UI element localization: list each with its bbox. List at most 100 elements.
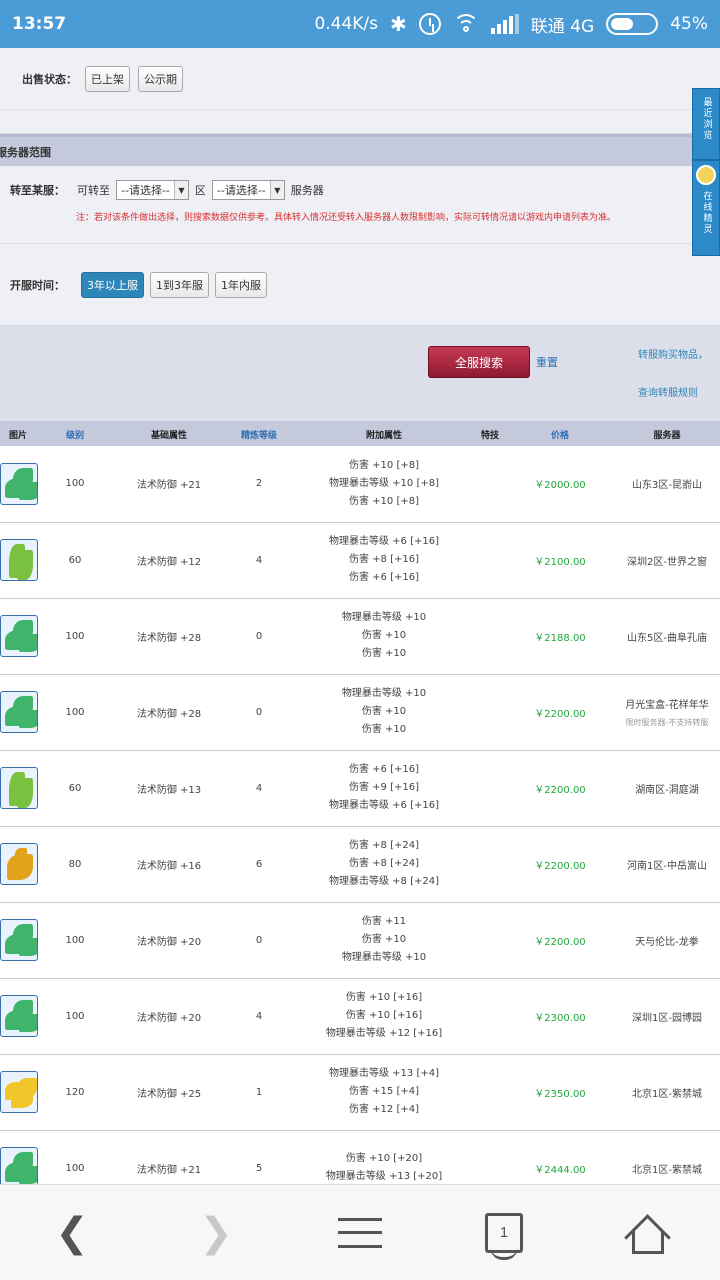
server-name: 深圳1区-园博园: [632, 1012, 702, 1024]
item-icon[interactable]: [0, 691, 38, 733]
table-row[interactable]: 100 法术防御 +20 0 伤害 +11 伤害 +10 物理暴击等级 +10 ￥2200.…: [0, 902, 720, 978]
page-content: 出售状态： 已上架 公示期 服务器范围 转至某服： 可转至 --请选择-- ▼ 区…: [0, 48, 720, 1184]
sale-status-listed-button[interactable]: 已上架: [85, 65, 130, 92]
item-icon[interactable]: [0, 615, 38, 657]
open-time-under1y-button[interactable]: 1年内服: [215, 271, 267, 298]
skill-cell: [474, 674, 506, 750]
refine-cell: 1: [255, 1086, 263, 1098]
open-time-1to3y-button[interactable]: 1到3年服: [150, 271, 209, 298]
skill-cell: [474, 522, 506, 598]
server-name: 月光宝盒-花样年华: [625, 700, 709, 711]
item-icon[interactable]: [0, 462, 38, 505]
server-name: 河南1区-中岳嵩山: [627, 860, 707, 872]
back-button[interactable]: ❮: [42, 1203, 102, 1263]
item-icon[interactable]: [0, 767, 38, 809]
refine-cell: 5: [255, 1162, 263, 1174]
table-row[interactable]: 100 法术防御 +28 0 物理暴击等级 +10 伤害 +10 伤害 +10 ￥2200.…: [0, 674, 720, 750]
item-image-cell: [0, 674, 38, 750]
chevron-right-icon: ❯: [199, 1209, 233, 1256]
table-row[interactable]: 60 法术防御 +12 4 物理暴击等级 +6 [+16] 伤害 +8 [+16] 伤害 …: [0, 522, 720, 598]
level-cell: 100: [65, 934, 85, 946]
refine-cell: 6: [255, 858, 263, 870]
tabs-button[interactable]: 1: [474, 1203, 534, 1263]
attr-line: 伤害 +10: [361, 934, 407, 945]
zone-select[interactable]: --请选择-- ▼: [116, 180, 189, 200]
attr-line: 伤害 +8 [+24]: [348, 840, 419, 851]
col-base: 基础属性: [114, 422, 224, 446]
bluetooth-icon: ✱: [390, 12, 407, 36]
sale-status-public-button[interactable]: 公示期: [138, 65, 183, 92]
network-speed: 0.44K/s: [314, 14, 379, 34]
level-cell: 100: [65, 1010, 85, 1022]
server-cell: 河南1区-中岳嵩山: [614, 826, 720, 902]
col-refine[interactable]: 精炼等级: [224, 422, 294, 446]
server-select[interactable]: --请选择-- ▼: [211, 180, 285, 200]
skill-cell: [474, 978, 506, 1054]
recent-browse-tab[interactable]: 最近浏览: [692, 88, 720, 160]
sale-status-label: 出售状态：: [22, 72, 77, 86]
col-price[interactable]: 价格: [506, 422, 614, 446]
price-cell: ￥2200.00: [534, 860, 586, 872]
attr-line: 伤害 +10 [+20]: [345, 1153, 423, 1164]
server-cell: 深圳1区-园博园: [614, 978, 720, 1054]
base-attr-cell: 法术防御 +25: [136, 1088, 202, 1100]
col-attrs: 附加属性: [294, 422, 474, 446]
search-all-button[interactable]: 全服搜索: [428, 346, 530, 378]
status-bar: 13:57 0.44K/s ✱ 联通 4G 45%: [0, 0, 720, 48]
recent-browse-label: 最近浏览: [701, 97, 712, 141]
attr-line: 伤害 +10 [+16]: [345, 992, 423, 1003]
attr-line: 物理暴击等级 +10 [+8]: [328, 477, 439, 489]
item-icon[interactable]: [0, 1071, 38, 1113]
table-header: 图片 级别 基础属性 精炼等级 附加属性 特技 价格 服务器: [0, 422, 720, 446]
attr-line: 伤害 +10 [+8]: [348, 495, 419, 507]
table-row[interactable]: 100 法术防御 +20 4 伤害 +10 [+16] 伤害 +10 [+16] 物理暴击…: [0, 978, 720, 1054]
attr-line: 伤害 +12 [+4]: [348, 1104, 419, 1115]
table-row[interactable]: 120 法术防御 +25 1 物理暴击等级 +13 [+4] 伤害 +15 [+4] 伤害…: [0, 1054, 720, 1130]
item-image-cell: [0, 750, 38, 826]
level-cell: 80: [68, 858, 82, 870]
server-name: 深圳2区-世界之窗: [627, 556, 707, 568]
item-icon[interactable]: [0, 843, 38, 885]
table-row[interactable]: 60 法术防御 +13 4 伤害 +6 [+16] 伤害 +9 [+16] 物理暴击等级 …: [0, 750, 720, 826]
price-cell: ￥2000.00: [534, 480, 586, 492]
transfer-label: 转至某服：: [10, 184, 65, 197]
menu-button[interactable]: [330, 1203, 390, 1263]
item-image-cell: [0, 598, 38, 674]
attr-line: 物理暴击等级 +10: [341, 952, 427, 963]
reset-link[interactable]: 重置: [536, 354, 558, 370]
filter-panel: 出售状态： 已上架 公示期 服务器范围 转至某服： 可转至 --请选择-- ▼ 区…: [0, 48, 720, 422]
skill-cell: [474, 750, 506, 826]
price-cell: ￥2350.00: [534, 1088, 586, 1100]
server-cell: 月光宝盒-花样年华 限时服务器-不支持转服: [614, 674, 720, 750]
price-cell: ￥2200.00: [534, 708, 586, 720]
table-row[interactable]: 100 法术防御 +28 0 物理暴击等级 +10 伤害 +10 伤害 +10 ￥2188.…: [0, 598, 720, 674]
server-name: 天与伦比-龙拳: [635, 936, 699, 948]
table-row[interactable]: 100 法术防御 +21 2 伤害 +10 [+8] 物理暴击等级 +10 [+8] 伤害…: [0, 446, 720, 522]
skill-cell: [474, 1130, 506, 1184]
attr-line: 伤害 +8 [+24]: [348, 858, 419, 869]
divider: [0, 110, 720, 134]
extra-attrs-cell: 物理暴击等级 +13 [+4] 伤害 +15 [+4] 伤害 +12 [+4]: [294, 1054, 474, 1130]
alarm-icon: [418, 13, 441, 35]
zone-label: 区: [194, 184, 206, 197]
attr-line: 物理暴击等级 +13 [+4]: [328, 1068, 439, 1079]
extra-attrs-cell: 伤害 +11 伤害 +10 物理暴击等级 +10: [294, 902, 474, 978]
transfer-buy-link[interactable]: 转服购买物品，: [638, 346, 708, 361]
server-cell: 深圳2区-世界之窗: [614, 522, 720, 598]
item-icon[interactable]: [0, 995, 38, 1037]
attr-line: 物理暴击等级 +8 [+24]: [328, 876, 439, 887]
transfer-rules-link[interactable]: 查询转服规则: [638, 384, 698, 399]
open-time-3y-plus-button[interactable]: 3年以上服: [81, 271, 144, 298]
level-cell: 100: [65, 630, 85, 642]
table-row[interactable]: 100 法术防御 +21 5 伤害 +10 [+20] 物理暴击等级 +13 [+20]…: [0, 1130, 720, 1184]
table-row[interactable]: 80 法术防御 +16 6 伤害 +8 [+24] 伤害 +8 [+24] 物理暴击等级 …: [0, 826, 720, 902]
item-icon[interactable]: [0, 919, 38, 961]
item-icon[interactable]: [0, 539, 38, 581]
item-icon[interactable]: [0, 1147, 38, 1184]
server-cell: 天与伦比-龙拳: [614, 902, 720, 978]
online-spirit-tab[interactable]: 在线精灵: [692, 160, 720, 256]
col-level[interactable]: 级别: [36, 422, 114, 446]
col-server: 服务器: [614, 422, 720, 446]
forward-button[interactable]: ❯: [186, 1203, 246, 1263]
home-button[interactable]: [618, 1203, 678, 1263]
